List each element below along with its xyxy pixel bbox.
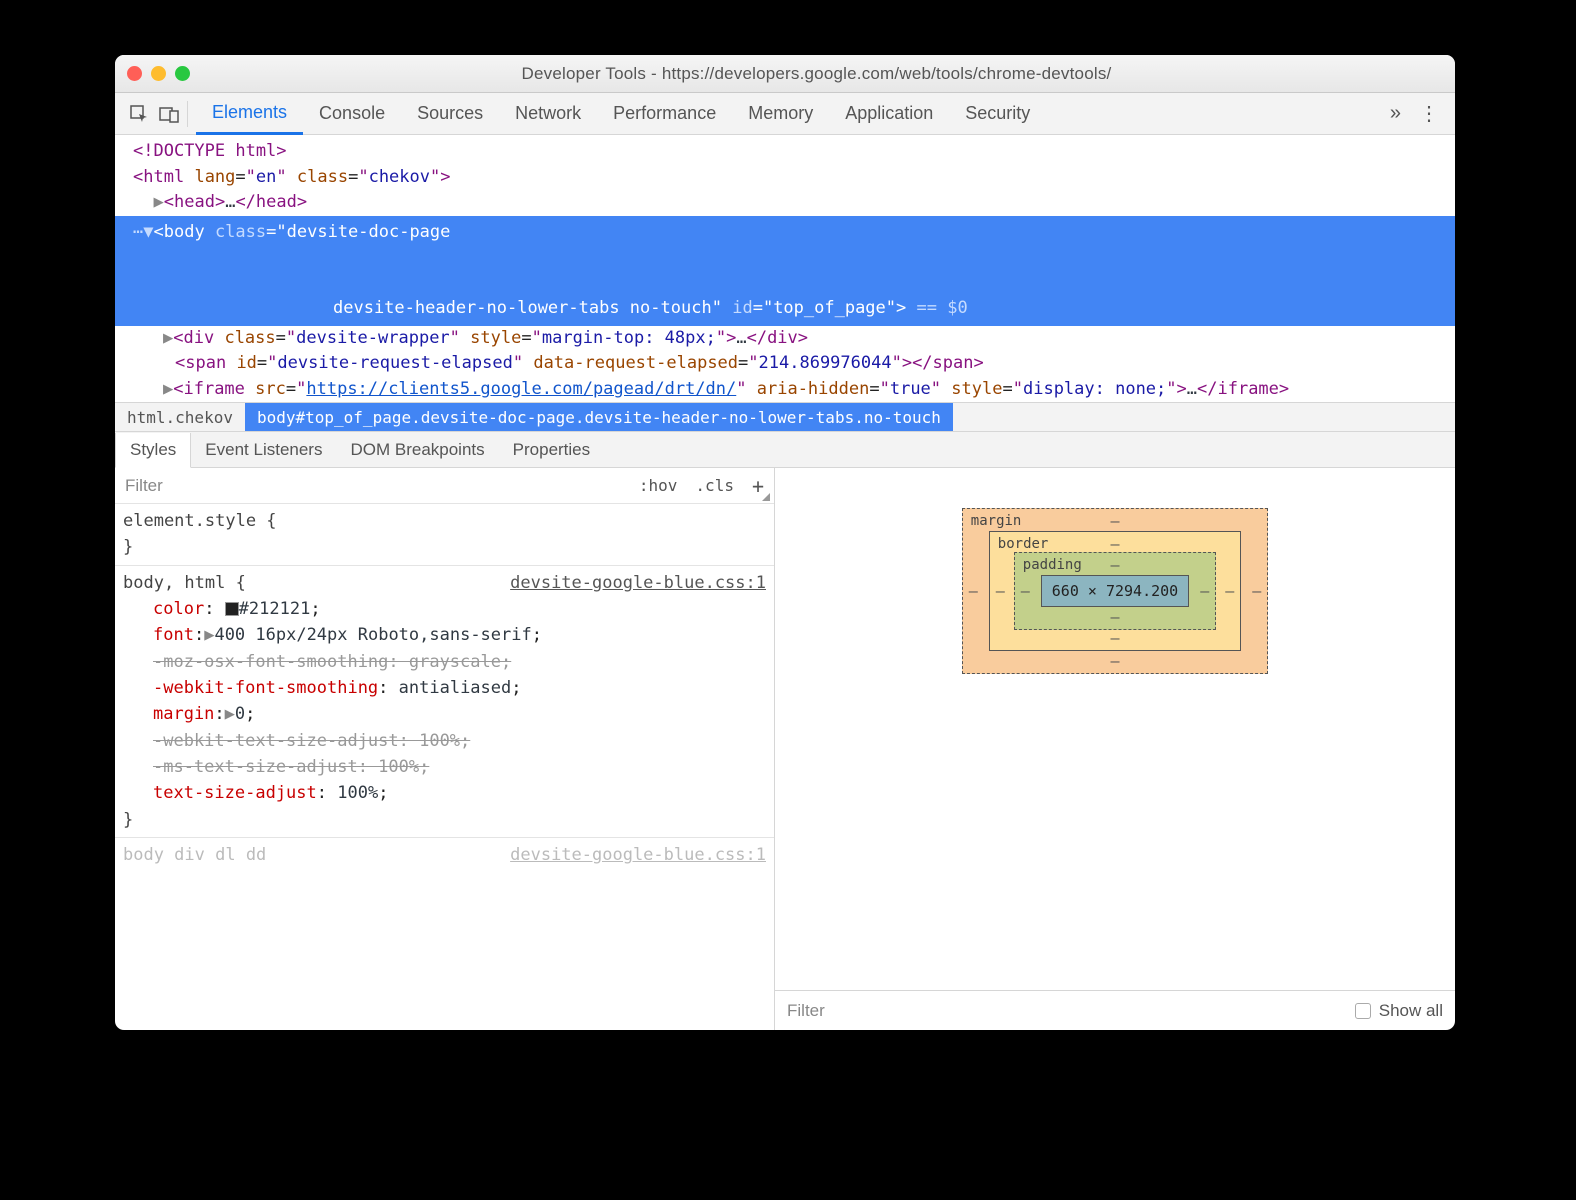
inspect-icon[interactable] bbox=[129, 104, 149, 124]
more-tabs-icon[interactable]: » bbox=[1390, 102, 1401, 125]
prop-webkit-smoothing[interactable]: -webkit-font-smoothing: antialiased; bbox=[123, 675, 766, 701]
prop-font[interactable]: font:▶400 16px/24px Roboto,sans-serif; bbox=[123, 622, 766, 648]
div-element[interactable]: ▶<div class="devsite-wrapper" style="mar… bbox=[115, 326, 1455, 352]
prop-webkit-tsa[interactable]: -webkit-text-size-adjust: 100%; bbox=[123, 728, 766, 754]
color-swatch-icon[interactable] bbox=[225, 602, 239, 616]
window-title: Developer Tools - https://developers.goo… bbox=[190, 64, 1443, 84]
prop-moz-smoothing[interactable]: -moz-osx-font-smoothing: grayscale; bbox=[123, 649, 766, 675]
html-element[interactable]: <html lang="en" class="chekov"> bbox=[115, 165, 1455, 191]
subtab-dom-breakpoints[interactable]: DOM Breakpoints bbox=[336, 432, 498, 467]
iframe-element[interactable]: ▶<iframe src="https://clients5.google.co… bbox=[115, 377, 1455, 403]
prop-color[interactable]: color: #212121; bbox=[123, 596, 766, 622]
dom-tree[interactable]: <!DOCTYPE html> <html lang="en" class="c… bbox=[115, 135, 1455, 402]
devtools-window: Developer Tools - https://developers.goo… bbox=[115, 55, 1455, 1030]
subtab-properties[interactable]: Properties bbox=[499, 432, 604, 467]
tab-application[interactable]: Application bbox=[829, 93, 949, 134]
zoom-window-button[interactable] bbox=[175, 66, 190, 81]
subtab-event-listeners[interactable]: Event Listeners bbox=[191, 432, 336, 467]
css-selector-2[interactable]: body div dl dd bbox=[123, 845, 266, 865]
rule-source-link-2[interactable]: devsite-google-blue.css:1 bbox=[510, 842, 766, 868]
css-selector[interactable]: body, html { bbox=[123, 573, 246, 593]
tab-elements[interactable]: Elements bbox=[196, 93, 303, 135]
minimize-window-button[interactable] bbox=[151, 66, 166, 81]
hov-toggle[interactable]: :hov bbox=[639, 476, 678, 495]
rule-source-link[interactable]: devsite-google-blue.css:1 bbox=[510, 570, 766, 596]
box-model-padding[interactable]: padding – – – – 660 × 7294.200 bbox=[1014, 552, 1216, 630]
show-all-toggle[interactable]: Show all bbox=[1355, 1001, 1443, 1021]
cls-toggle[interactable]: .cls bbox=[695, 476, 734, 495]
box-model-content[interactable]: 660 × 7294.200 bbox=[1041, 575, 1189, 607]
main-toolbar: Elements Console Sources Network Perform… bbox=[115, 93, 1455, 135]
panel-tabs: Elements Console Sources Network Perform… bbox=[196, 93, 1046, 134]
tab-console[interactable]: Console bbox=[303, 93, 401, 134]
tab-sources[interactable]: Sources bbox=[401, 93, 499, 134]
box-model-margin[interactable]: margin – – – – border – – – – padding – bbox=[962, 508, 1268, 674]
checkbox-icon[interactable] bbox=[1355, 1003, 1371, 1019]
dom-breadcrumb: html.chekov body#top_of_page.devsite-doc… bbox=[115, 402, 1455, 432]
styles-pane: Filter :hov .cls + element.style { } dev… bbox=[115, 468, 775, 1030]
close-window-button[interactable] bbox=[127, 66, 142, 81]
breadcrumb-html[interactable]: html.chekov bbox=[115, 403, 245, 431]
span-element[interactable]: <span id="devsite-request-elapsed" data-… bbox=[115, 351, 1455, 377]
head-element[interactable]: ▶<head>…</head> bbox=[115, 190, 1455, 216]
subtab-styles[interactable]: Styles bbox=[115, 433, 191, 468]
window-titlebar: Developer Tools - https://developers.goo… bbox=[115, 55, 1455, 93]
element-style-rule[interactable]: element.style { bbox=[123, 511, 277, 531]
styles-filter-input[interactable]: Filter bbox=[125, 476, 163, 496]
prop-tsa[interactable]: text-size-adjust: 100%; bbox=[123, 780, 766, 806]
doctype-node[interactable]: <!DOCTYPE html> bbox=[133, 141, 287, 161]
computed-filter-input[interactable]: Filter bbox=[787, 1001, 825, 1021]
body-element-selected[interactable]: ⋯▼<body class="devsite-doc-pagedevsite-h… bbox=[115, 216, 1455, 326]
sidebar-tabs: Styles Event Listeners DOM Breakpoints P… bbox=[115, 432, 1455, 468]
window-controls bbox=[127, 66, 190, 81]
box-model-border[interactable]: border – – – – padding – – – – 660 × 729… bbox=[989, 531, 1241, 651]
tab-security[interactable]: Security bbox=[949, 93, 1046, 134]
tab-performance[interactable]: Performance bbox=[597, 93, 732, 134]
breadcrumb-body[interactable]: body#top_of_page.devsite-doc-page.devsit… bbox=[245, 403, 953, 431]
settings-menu-icon[interactable]: ⋮ bbox=[1419, 101, 1439, 126]
prop-ms-tsa[interactable]: -ms-text-size-adjust: 100%; bbox=[123, 754, 766, 780]
tab-memory[interactable]: Memory bbox=[732, 93, 829, 134]
prop-margin[interactable]: margin:▶0; bbox=[123, 701, 766, 727]
computed-pane: margin – – – – border – – – – padding – bbox=[775, 468, 1455, 1030]
tab-network[interactable]: Network bbox=[499, 93, 597, 134]
device-toolbar-icon[interactable] bbox=[159, 104, 179, 124]
resize-handle-icon[interactable] bbox=[762, 493, 770, 501]
